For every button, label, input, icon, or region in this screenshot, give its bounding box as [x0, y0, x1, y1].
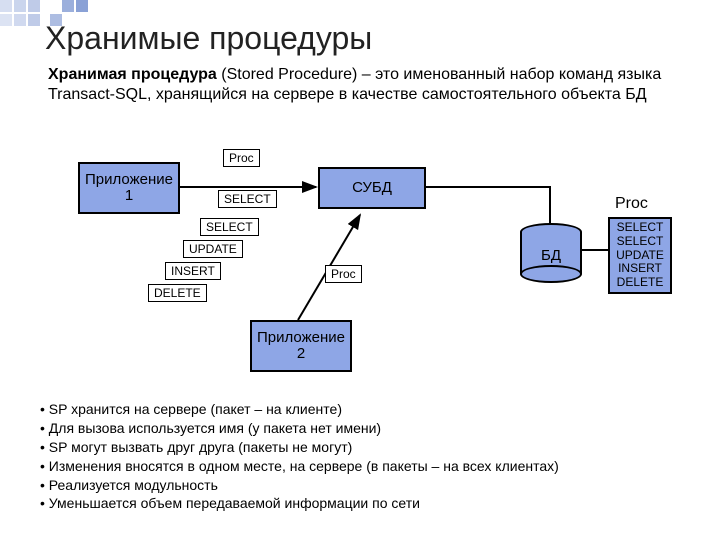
proc-op: DELETE	[614, 276, 666, 290]
bullet-item: Реализуется модульность	[40, 476, 690, 495]
proc-op: INSERT	[614, 262, 666, 276]
bullet-list: SP хранится на сервере (пакет – на клиен…	[40, 400, 690, 513]
label-insert: INSERT	[165, 262, 221, 280]
box-dbms: СУБД	[318, 167, 426, 209]
proc-op: SELECT	[614, 221, 666, 235]
bullet-item: Уменьшается объем передаваемой информаци…	[40, 494, 690, 513]
proc-title: Proc	[615, 195, 648, 213]
cylinder-bottom	[520, 265, 582, 283]
box-app1: Приложение 1	[78, 162, 180, 214]
label-proc-1: Proc	[223, 149, 260, 167]
cylinder-label: БД	[520, 247, 582, 264]
page-title: Хранимые процедуры	[45, 20, 372, 57]
diagram: Приложение 1 СУБД Приложение 2 Proc SELE…	[0, 145, 720, 405]
label-proc-2: Proc	[325, 265, 362, 283]
box-app2: Приложение 2	[250, 320, 352, 372]
bullet-item: Изменения вносятся в одном месте, на сер…	[40, 457, 690, 476]
definition-term: Хранимая процедура	[48, 66, 217, 83]
bullet-item: SP хранится на сервере (пакет – на клиен…	[40, 400, 690, 419]
label-delete: DELETE	[148, 284, 207, 302]
label-select-1: SELECT	[218, 190, 277, 208]
label-select-2: SELECT	[200, 218, 259, 236]
proc-box: SELECT SELECT UPDATE INSERT DELETE	[608, 217, 672, 294]
bullet-item: Для вызова используется имя (у пакета не…	[40, 419, 690, 438]
proc-op: UPDATE	[614, 249, 666, 263]
proc-op: SELECT	[614, 235, 666, 249]
label-update: UPDATE	[183, 240, 243, 258]
definition-text: Хранимая процедура (Stored Procedure) – …	[48, 65, 670, 105]
bullet-item: SP могут вызвать друг друга (пакеты не м…	[40, 438, 690, 457]
